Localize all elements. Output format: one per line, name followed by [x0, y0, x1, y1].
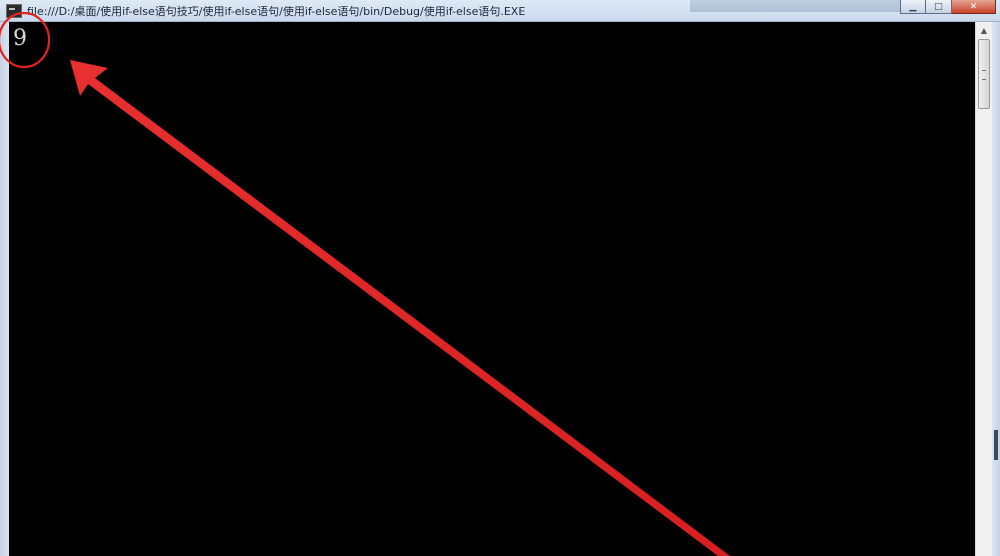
window-edge-marker	[994, 430, 998, 460]
screen: file:///D:/桌面/使用if-else语句技巧/使用if-else语句/…	[0, 0, 1000, 556]
console-output-text: 9	[13, 26, 27, 51]
console-app-icon[interactable]	[6, 4, 22, 18]
console-area[interactable]: 9	[9, 22, 975, 556]
vertical-scrollbar[interactable]: ▲	[975, 22, 992, 556]
window-title-bar[interactable]: file:///D:/桌面/使用if-else语句技巧/使用if-else语句/…	[0, 0, 1000, 22]
background-window-toolbar	[690, 0, 900, 12]
window-left-frame	[0, 22, 9, 556]
scroll-up-arrow-icon[interactable]: ▲	[976, 22, 992, 38]
maximize-button[interactable]: □	[926, 0, 952, 14]
minimize-button[interactable]: ▁	[900, 0, 926, 14]
window-right-frame	[992, 22, 1000, 556]
window-title: file:///D:/桌面/使用if-else语句技巧/使用if-else语句/…	[27, 5, 526, 18]
caption-buttons: ▁ □ ✕	[900, 0, 996, 14]
scroll-thumb[interactable]	[978, 39, 990, 109]
close-button[interactable]: ✕	[952, 0, 996, 14]
